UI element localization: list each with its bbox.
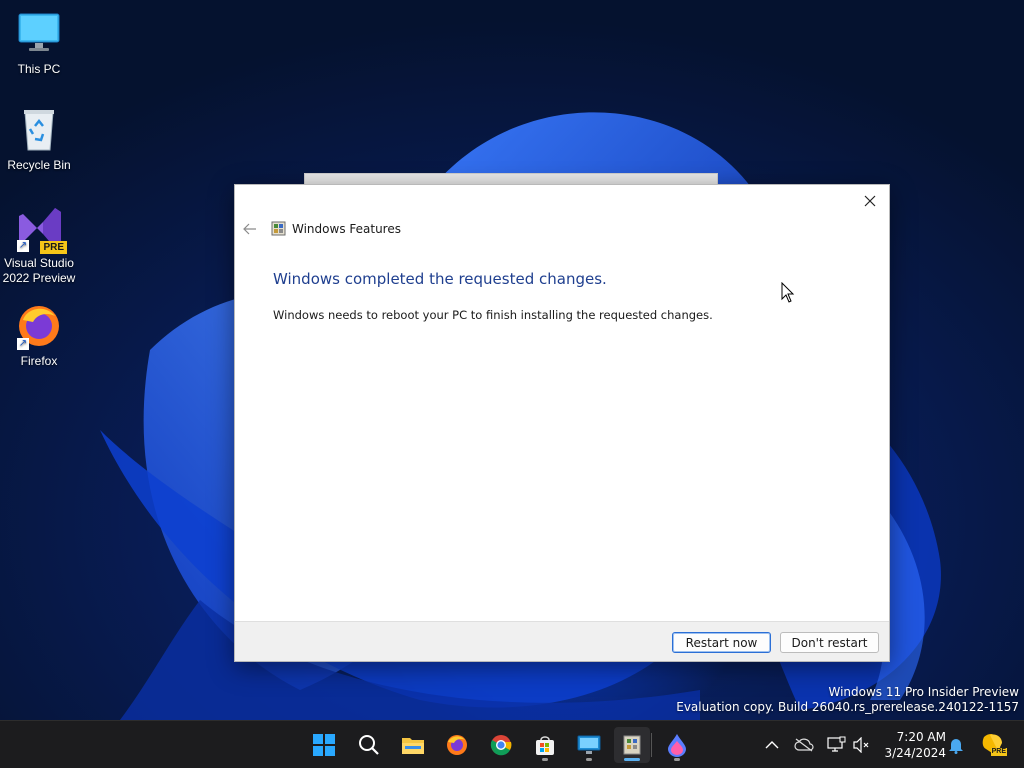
shortcut-arrow-icon: ↗ [17, 338, 29, 350]
windows-features-dialog: Windows Features Windows completed the r… [234, 184, 890, 662]
preview-badge: PRE [990, 748, 1007, 756]
chevron-up-icon [765, 741, 779, 749]
close-button[interactable] [857, 189, 883, 213]
restart-now-button[interactable]: Restart now [672, 632, 771, 653]
dialog-title: Windows Features [292, 221, 401, 236]
taskbar-file-explorer[interactable] [395, 727, 431, 763]
desktop-icon-recycle-bin[interactable]: Recycle Bin [1, 106, 77, 173]
preview-badge: PRE [40, 241, 67, 254]
file-explorer-icon [402, 738, 424, 754]
monitor-icon [15, 10, 63, 58]
taskbar-firefox[interactable] [439, 727, 475, 763]
taskbar-separator [651, 733, 652, 757]
firefox-icon: ↗ [15, 302, 63, 350]
running-indicator [586, 758, 592, 761]
taskbar-firefox-nightly[interactable] [659, 727, 695, 763]
network-icon [827, 736, 846, 752]
taskbar-windows-features[interactable] [614, 727, 650, 763]
desktop-icon-label: This PC [17, 62, 61, 76]
taskbar-microsoft-store[interactable] [527, 727, 563, 763]
visual-studio-icon: PRE ↗ [15, 204, 67, 254]
dialog-title-bar: Windows Features [271, 221, 401, 236]
firefox-nightly-icon [668, 734, 686, 757]
windows-features-icon [271, 221, 286, 236]
clock-time: 7:20 AM [896, 730, 946, 744]
desktop-icon-this-pc[interactable]: This PC [1, 10, 77, 77]
taskbar: 7:20 AM 3/24/2024 PRE [0, 720, 1024, 768]
speaker-muted-icon [853, 737, 869, 753]
cloud-offline-icon [794, 738, 814, 752]
active-indicator [624, 758, 640, 761]
back-arrow-icon [243, 223, 256, 235]
remote-desktop-icon [577, 735, 601, 754]
taskbar-clock[interactable]: 7:20 AM 3/24/2024 [880, 729, 946, 761]
dialog-footer: Restart now Don't restart [235, 621, 889, 661]
copilot-preview-button[interactable]: PRE [980, 731, 1007, 757]
back-button[interactable] [241, 221, 259, 237]
volume-button[interactable] [851, 735, 871, 755]
bell-icon [949, 739, 963, 754]
network-button[interactable] [826, 735, 846, 755]
notifications-button[interactable] [946, 735, 966, 755]
firefox-icon [447, 735, 467, 755]
watermark-edition: Windows 11 Pro Insider Preview [828, 685, 1019, 699]
desktop-icon-visual-studio[interactable]: PRE ↗ Visual Studio 2022 Preview [1, 204, 77, 286]
start-icon [313, 734, 335, 756]
start-button[interactable] [306, 727, 342, 763]
search-icon [359, 735, 379, 755]
mouse-cursor-icon [781, 282, 795, 303]
onedrive-button[interactable] [794, 735, 814, 755]
clock-date: 3/24/2024 [884, 746, 946, 760]
taskbar-remote-desktop[interactable] [571, 727, 607, 763]
running-indicator [674, 758, 680, 761]
recycle-bin-icon [15, 106, 63, 154]
running-indicator [542, 758, 548, 761]
dialog-heading: Windows completed the requested changes. [273, 270, 607, 288]
watermark-build: Evaluation copy. Build 26040.rs_prerelea… [676, 700, 1019, 714]
dont-restart-button[interactable]: Don't restart [780, 632, 879, 653]
dialog-message: Windows needs to reboot your PC to finis… [273, 308, 713, 322]
taskbar-search-button[interactable] [351, 727, 387, 763]
desktop-icon-label: Firefox [20, 354, 58, 368]
taskbar-chrome[interactable] [483, 727, 519, 763]
desktop-icon-label: Visual Studio 2022 Preview [2, 256, 76, 285]
shortcut-arrow-icon: ↗ [17, 240, 29, 252]
windows-features-icon [623, 735, 641, 755]
desktop-icon-firefox[interactable]: ↗ Firefox [1, 302, 77, 369]
chrome-icon [490, 735, 512, 756]
microsoft-store-icon [536, 736, 554, 755]
evaluation-watermark: Windows 11 Pro Insider Preview Evaluatio… [676, 685, 1019, 715]
close-icon [864, 195, 876, 207]
show-hidden-icons-button[interactable] [762, 735, 782, 755]
desktop-icon-label: Recycle Bin [7, 158, 71, 172]
